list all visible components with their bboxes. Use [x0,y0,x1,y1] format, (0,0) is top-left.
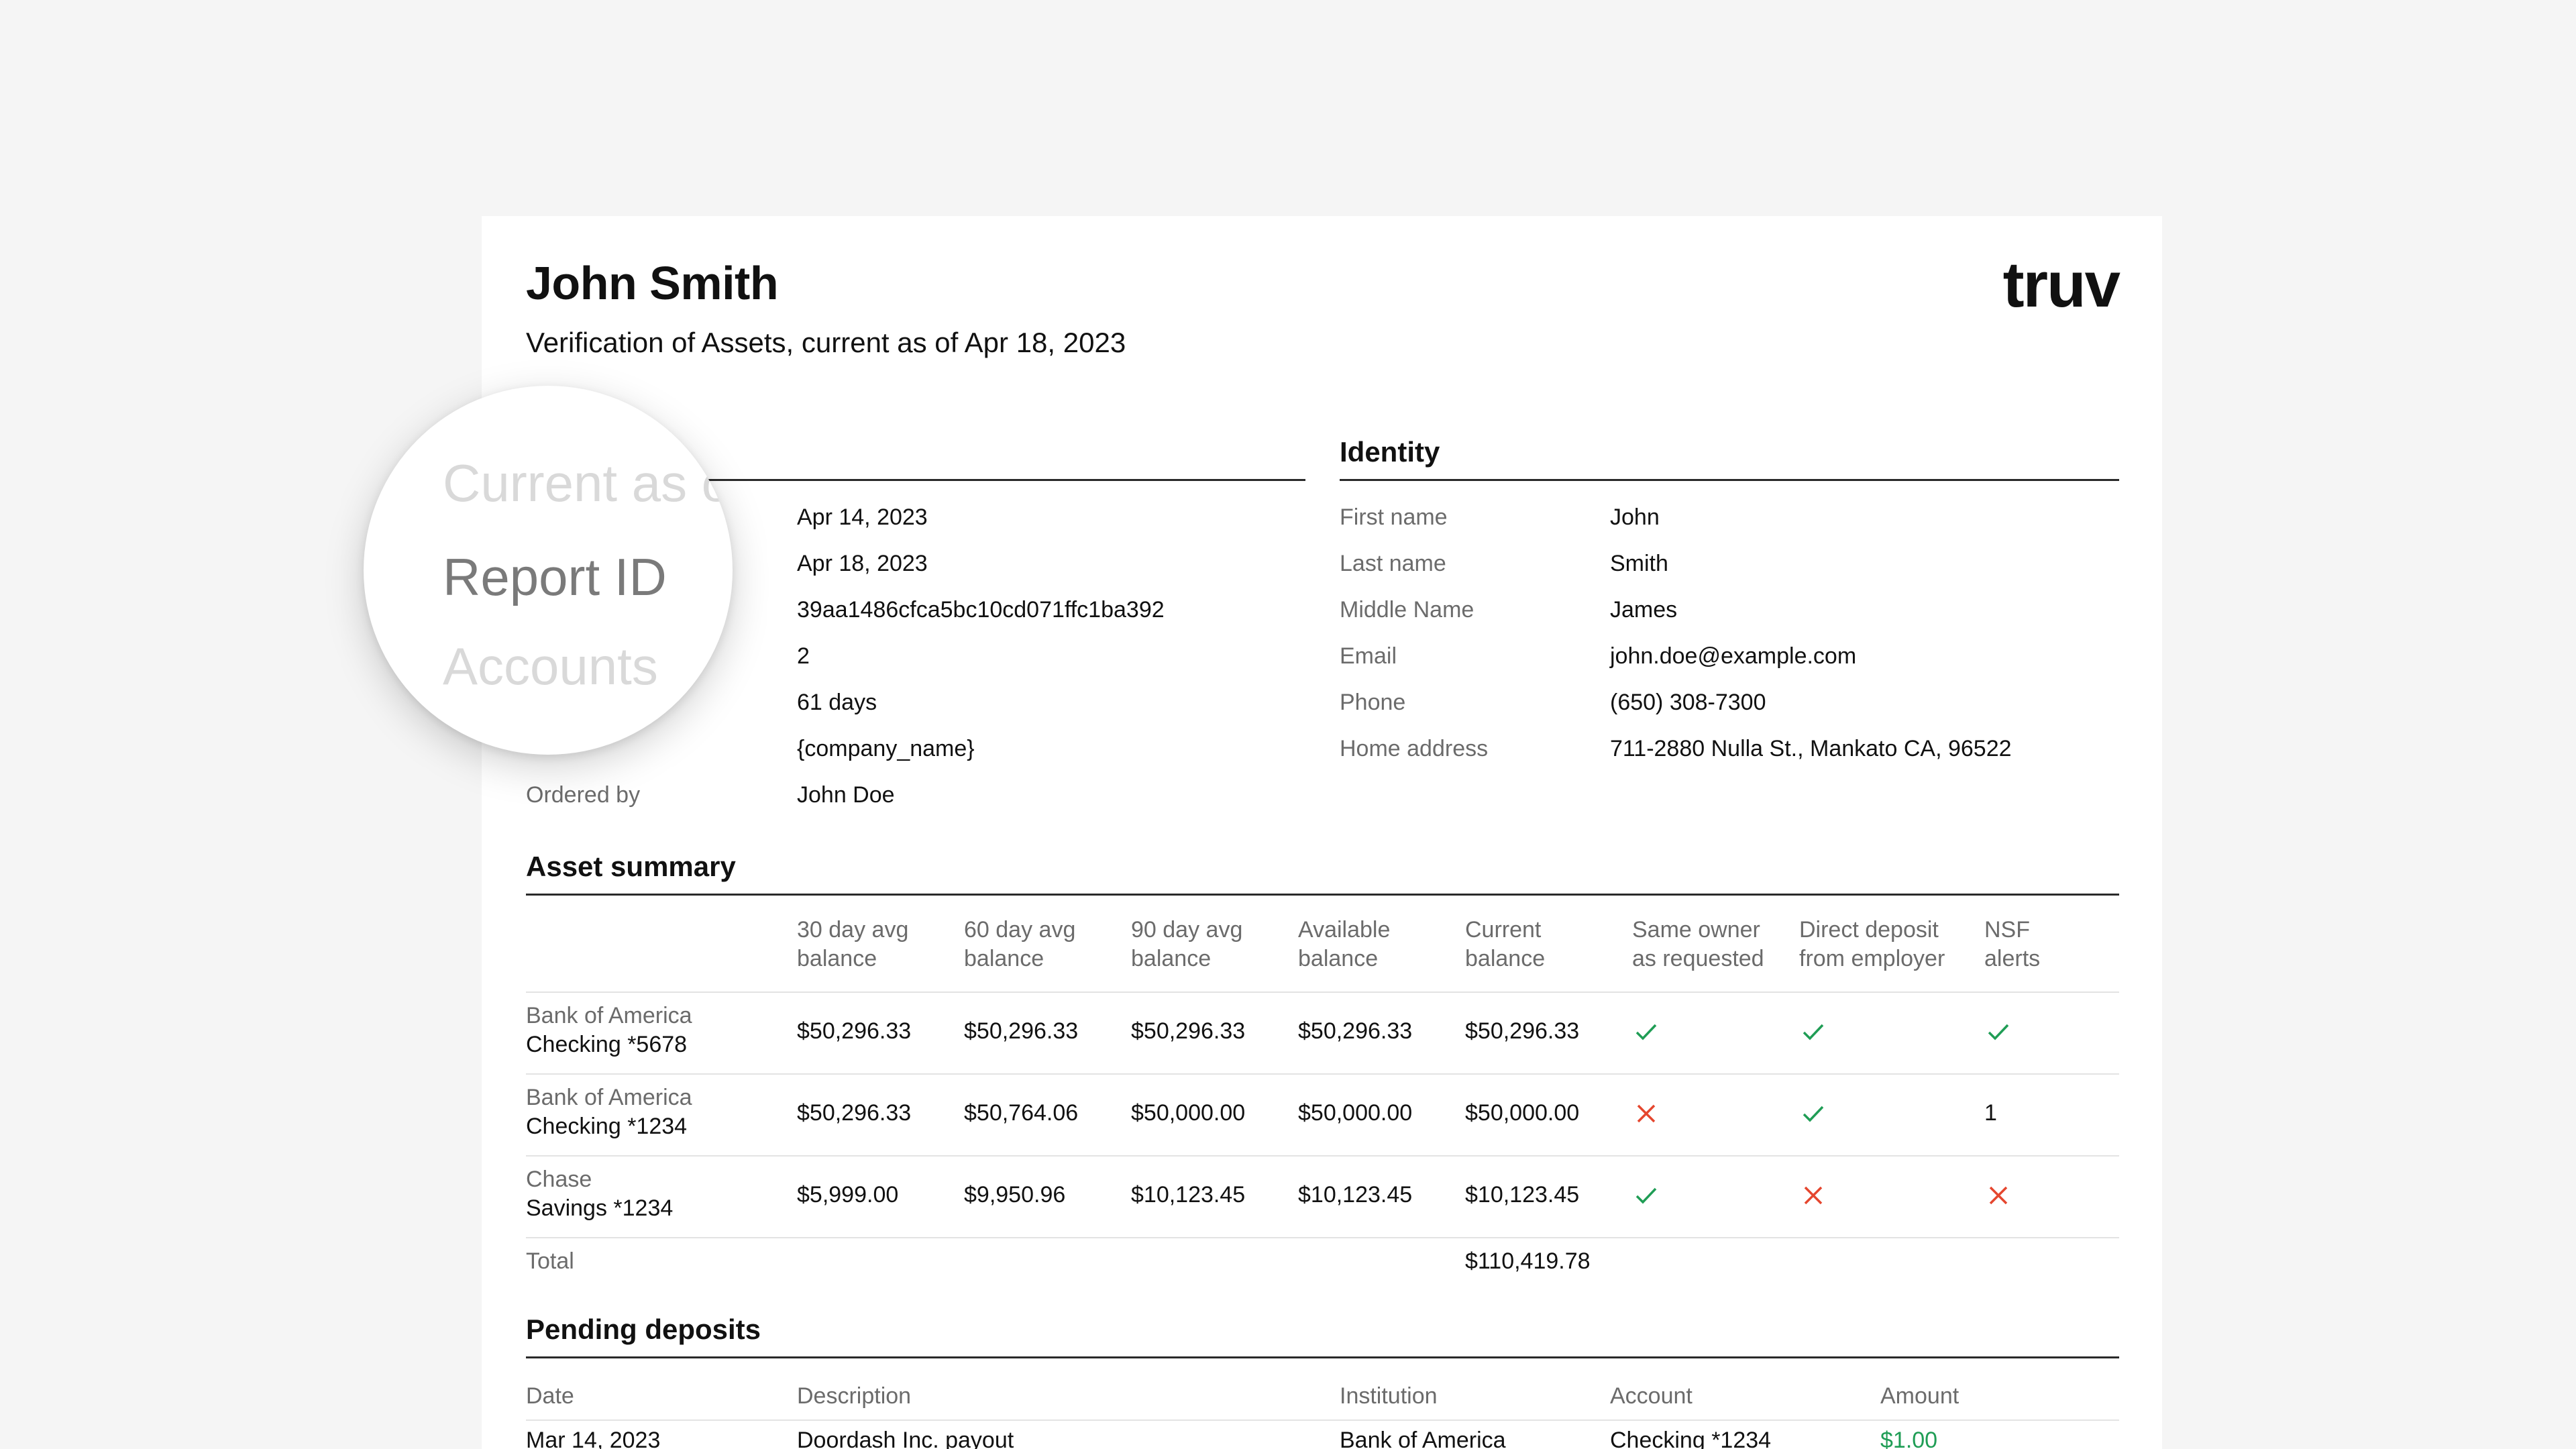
cell-available: $50,296.33 [1298,1018,1413,1044]
row-account[interactable]: Savings *1234 [526,1195,673,1222]
report-detail-value: Apr 14, 2023 [797,504,928,530]
row-account[interactable]: Checking *5678 [526,1032,687,1058]
cross-icon [1804,1186,1823,1205]
check-icon [1635,1187,1657,1204]
cell-available: $50,000.00 [1298,1100,1413,1126]
table-divider [526,1073,2119,1075]
page-subtitle: Verification of Assets, current as of Ap… [526,327,1126,358]
truv-logo: truv [2002,249,2121,321]
identity-value-home-address: 711-2880 Nulla St., Mankato CA, 96522 [1610,736,2012,761]
col-header-avg90: 90 day avg balance [1131,917,1243,971]
pd-col-date: Date [526,1383,574,1409]
pd-cell-account: Checking *1234 [1610,1428,1772,1449]
col-header-same-owner: Same owner as requested [1632,917,1764,971]
pending-deposits-rule [526,1356,2119,1358]
pd-cell-institution: Bank of America [1340,1428,1506,1449]
col-header-direct-deposit: Direct deposit from employer [1799,917,1945,971]
cell-avg30: $5,999.00 [797,1182,899,1208]
identity-value-email[interactable]: john.doe@example.com [1610,643,1856,669]
cross-icon [1989,1186,2008,1205]
cell-avg90: $50,296.33 [1131,1018,1246,1044]
row-institution: Chase [526,1167,592,1192]
col-header-avg60: 60 day avg balance [964,917,1076,971]
identity-rule [1340,479,2119,481]
pd-col-institution: Institution [1340,1383,1438,1409]
check-icon [1635,1024,1657,1040]
total-value: $110,419.78 [1465,1248,1591,1274]
pd-col-amount: Amount [1880,1383,1960,1409]
cell-current: $10,123.45 [1465,1182,1580,1208]
cell-available: $10,123.45 [1298,1182,1413,1208]
ordered-by-value: John Doe [797,782,895,808]
cell-current: $50,000.00 [1465,1100,1580,1126]
identity-label-first-name: First name [1340,504,1448,530]
magnifier-text-top: Current as o [443,453,731,513]
identity-label-home-address: Home address [1340,736,1489,761]
col-header-nsf: NSF alerts [1984,917,2041,971]
identity-value-phone: (650) 308-7300 [1610,690,1766,715]
row-institution: Bank of America [526,1085,692,1110]
check-icon [1803,1106,1824,1122]
row-account[interactable]: Checking *1234 [526,1114,687,1140]
col-header-current: Current balance [1465,917,1546,971]
report-detail-value: Apr 18, 2023 [797,551,928,576]
page-title: John Smith [526,257,779,309]
report-id-value: 39aa1486cfca5bc10cd071ffc1ba392 [797,597,1165,623]
identity-label-last-name: Last name [1340,551,1446,576]
table-divider [526,1419,2119,1421]
pd-col-account: Account [1610,1383,1693,1409]
magnifier-text-bottom: Accounts [443,637,658,696]
report-detail-value: 61 days [797,690,877,715]
accounts-value: 2 [797,643,810,669]
cell-current: $50,296.33 [1465,1018,1580,1044]
identity-heading: Identity [1340,436,1440,468]
identity-value-middle-name: James [1610,597,1678,623]
col-header-available: Available balance [1298,917,1391,971]
identity-label-phone: Phone [1340,690,1406,715]
pd-col-description: Description [797,1383,912,1409]
total-label: Total [526,1248,574,1274]
cell-nsf-count: 1 [1984,1100,1997,1126]
pd-cell-amount: $1.00 [1880,1428,1938,1449]
cell-avg90: $10,123.45 [1131,1182,1246,1208]
check-icon [1988,1024,2009,1040]
row-institution: Bank of America [526,1003,692,1028]
asset-summary-rule [526,894,2119,896]
cell-avg60: $50,764.06 [964,1100,1079,1126]
asset-summary-heading: Asset summary [526,851,736,882]
magnifier-lens: Current as o Report ID Accounts [364,386,733,755]
cell-avg30: $50,296.33 [797,1018,912,1044]
cell-avg30: $50,296.33 [797,1100,912,1126]
identity-label-email: Email [1340,643,1397,669]
table-divider [526,1237,2119,1238]
magnifier-text-report-id: Report ID [443,547,667,606]
pd-cell-date: Mar 14, 2023 [526,1428,661,1449]
identity-value-first-name: John [1610,504,1660,530]
table-divider [526,1155,2119,1157]
pending-deposits-heading: Pending deposits [526,1313,761,1345]
check-icon [1803,1024,1824,1040]
cell-avg60: $50,296.33 [964,1018,1079,1044]
identity-label-middle-name: Middle Name [1340,597,1474,623]
stage: John Smith Verification of Assets, curre… [0,0,2576,1449]
table-divider [526,991,2119,993]
cell-avg60: $9,950.96 [964,1182,1066,1208]
identity-value-last-name: Smith [1610,551,1668,576]
report-card: John Smith Verification of Assets, curre… [482,216,2162,1449]
cross-icon [1637,1104,1656,1123]
company-value: {company_name} [797,736,975,761]
pd-cell-description: Doordash Inc. payout [797,1428,1014,1449]
cell-avg90: $50,000.00 [1131,1100,1246,1126]
col-header-avg30: 30 day avg balance [797,917,909,971]
ordered-by-label: Ordered by [526,782,641,808]
